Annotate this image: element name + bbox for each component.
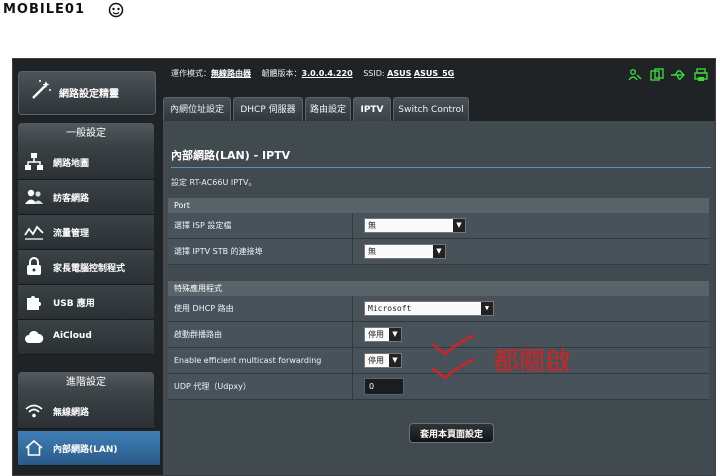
mode-label: 運作模式： <box>171 69 211 78</box>
chevron-down-icon: ▼ <box>433 245 445 258</box>
sidebar: 網路設定精靈 一般設定 網路地圖 訪客網路 流量管理 家長電腦控制程式 USB … <box>13 59 160 475</box>
chevron-down-icon: ▼ <box>481 302 493 315</box>
efficient-multicast-label: Enable efficient multicast forwarding <box>174 356 322 365</box>
firmware-label: 韌體版本： <box>261 69 302 78</box>
dhcp-routes-value: Microsoft <box>368 304 412 313</box>
tab-bar: 內網位址設定 DHCP 伺服器 路由設定 IPTV Switch Control <box>163 97 715 122</box>
stb-port-label: 選擇 IPTV STB 的連接埠 <box>174 247 263 256</box>
isp-profile-label: 選擇 ISP 設定檔 <box>174 221 232 230</box>
tab-dhcp-server[interactable]: DHCP 伺服器 <box>233 97 303 122</box>
dhcp-routes-row: 使用 DHCP 路由 Microsoft ▼ <box>168 296 709 322</box>
isp-profile-value: 無 <box>368 221 376 230</box>
multicast-routing-select[interactable]: 停用 ▼ <box>364 327 402 342</box>
isp-profile-row: 選擇 ISP 設定檔 無 ▼ <box>168 213 709 239</box>
efficient-multicast-select[interactable]: 停用 ▼ <box>364 353 402 368</box>
stb-port-value: 無 <box>368 247 376 256</box>
traffic-icon <box>24 225 44 240</box>
sidebar-item-label: 流量管理 <box>53 229 90 239</box>
sidebar-item-parental-control[interactable]: 家長電腦控制程式 <box>18 250 154 285</box>
home-icon <box>25 439 43 456</box>
sidebar-item-aicloud[interactable]: AiCloud <box>18 320 154 355</box>
sidebar-item-label: 內部網路(LAN) <box>53 445 118 455</box>
copy-icon[interactable] <box>650 67 664 81</box>
user-icon[interactable] <box>628 67 642 81</box>
ssid-link-2g[interactable]: ASUS <box>387 69 411 78</box>
chevron-down-icon: ▼ <box>389 328 401 341</box>
checkmark-annotation-icon <box>431 358 475 380</box>
main-content: 運作模式：無線路由器 韌體版本：3.0.0.4.220 SSID: ASUS A… <box>163 59 715 475</box>
sidebar-item-network-map[interactable]: 網路地圖 <box>18 145 154 180</box>
sidebar-item-lan[interactable]: 內部網路(LAN) <box>18 431 160 466</box>
general-settings-header: 一般設定 <box>18 123 154 145</box>
sidebar-item-label: 家長電腦控制程式 <box>53 264 126 274</box>
stb-port-row: 選擇 IPTV STB 的連接埠 無 ▼ <box>168 239 709 265</box>
udp-proxy-label: UDP 代理（Udpxy） <box>174 382 251 391</box>
apply-settings-button[interactable]: 套用本頁面設定 <box>409 423 494 443</box>
iptv-panel: 內部網路(LAN) - IPTV 設定 RT-AC66U IPTV。 Port … <box>163 121 715 475</box>
printer-icon[interactable] <box>694 67 708 81</box>
parental-control-icon <box>27 257 41 275</box>
efficient-multicast-value: 停用 <box>368 356 384 365</box>
annotation-text: 都關啟 <box>493 347 572 377</box>
sidebar-item-guest-network[interactable]: 訪客網路 <box>18 180 154 215</box>
isp-profile-select[interactable]: 無 ▼ <box>364 218 466 233</box>
wifi-icon <box>25 404 43 418</box>
site-logo: MOBILE01 <box>3 2 85 17</box>
sidebar-item-label: AiCloud <box>53 331 92 341</box>
sidebar-item-label: 訪客網路 <box>53 194 90 204</box>
special-apps-group-header: 特殊應用程式 <box>168 281 709 296</box>
page-description: 設定 RT-AC66U IPTV。 <box>171 178 257 187</box>
port-group-header: Port <box>168 198 709 213</box>
sidebar-item-wireless[interactable]: 無線網路 <box>18 394 154 429</box>
page-title: 內部網路(LAN) - IPTV <box>171 149 291 162</box>
dhcp-routes-select[interactable]: Microsoft ▼ <box>364 301 494 316</box>
tab-route[interactable]: 路由設定 <box>305 97 351 122</box>
ssid-link-5g[interactable]: ASUS_5G <box>414 69 454 78</box>
cloud-icon <box>25 330 44 343</box>
sidebar-item-traffic-manager[interactable]: 流量管理 <box>18 215 154 250</box>
multicast-routing-value: 停用 <box>368 330 384 339</box>
firmware-version-link[interactable]: 3.0.0.4.220 <box>302 69 353 78</box>
sidebar-item-usb-application[interactable]: USB 應用 <box>18 285 154 320</box>
guest-network-icon <box>25 189 43 204</box>
usb-icon[interactable] <box>670 67 685 81</box>
checkmark-annotation-icon <box>431 334 475 356</box>
dhcp-routes-label: 使用 DHCP 路由 <box>174 304 234 313</box>
router-admin-frame: 網路設定精靈 一般設定 網路地圖 訪客網路 流量管理 家長電腦控制程式 USB … <box>12 58 716 476</box>
network-map-icon <box>25 153 43 170</box>
wand-icon <box>32 80 51 99</box>
tab-iptv[interactable]: IPTV <box>353 97 391 122</box>
puzzle-icon <box>27 296 41 310</box>
sidebar-item-wizard[interactable]: 網路設定精靈 <box>18 71 156 115</box>
ssid-label: SSID: <box>363 69 385 78</box>
multicast-routing-label: 啟動群播路由 <box>174 330 222 339</box>
advanced-settings-header: 進階設定 <box>18 372 154 394</box>
sidebar-item-label: 網路設定精靈 <box>59 89 119 100</box>
chevron-down-icon: ▼ <box>389 354 401 367</box>
udp-proxy-input[interactable]: 0 <box>364 378 404 395</box>
operation-mode-link[interactable]: 無線路由器 <box>211 69 251 78</box>
tab-switch-control[interactable]: Switch Control <box>393 97 469 122</box>
sidebar-item-label: 網路地圖 <box>53 159 90 169</box>
status-bar: 運作模式：無線路由器 韌體版本：3.0.0.4.220 SSID: ASUS A… <box>171 68 454 79</box>
sidebar-item-label: 無線網路 <box>53 408 90 418</box>
chevron-down-icon: ▼ <box>453 219 465 232</box>
face-emblem-icon <box>108 2 124 18</box>
stb-port-select[interactable]: 無 ▼ <box>364 244 446 259</box>
title-divider <box>171 167 711 168</box>
tab-lan-ip[interactable]: 內網位址設定 <box>163 97 231 122</box>
sidebar-item-label: USB 應用 <box>53 299 95 309</box>
